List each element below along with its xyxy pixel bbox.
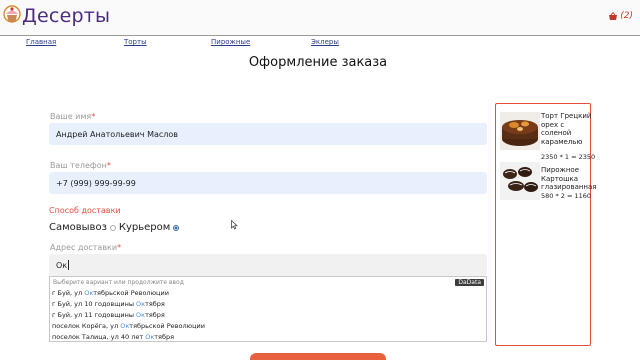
phone-input[interactable]: +7 (999) 999-99-99 xyxy=(49,172,487,194)
name-label-text: Ваше имя xyxy=(50,112,92,121)
suggestion-item[interactable]: г Буй, ул 10 годовщины Октября xyxy=(52,299,205,310)
page-title: Оформление заказа xyxy=(248,55,388,70)
name-input-value: Андрей Анатольевич Маслов xyxy=(56,129,178,139)
delivery-pickup-label[interactable]: Самовывоз xyxy=(49,222,107,233)
suggestion-item[interactable]: поселок Талица, ул 40 лет Октября xyxy=(52,332,205,343)
phone-label: Ваш телефон* xyxy=(50,161,111,170)
text-caret xyxy=(68,260,70,270)
nav-item-eclairs[interactable]: Эклеры xyxy=(311,38,339,46)
cart-button[interactable]: (2) xyxy=(608,11,633,21)
potato-cake-image xyxy=(500,162,540,200)
delivery-courier-label[interactable]: Курьером xyxy=(119,222,170,233)
address-label: Адрес доставки* xyxy=(50,243,121,252)
site-header: Десерты (2) xyxy=(0,0,640,36)
name-input[interactable]: Андрей Анатольевич Маслов xyxy=(49,123,487,145)
suggestions-hint: Выберите вариант или продолжите ввод xyxy=(53,279,184,286)
mouse-cursor-icon xyxy=(231,220,238,230)
cupcake-logo-icon[interactable] xyxy=(3,5,21,29)
suggestion-item[interactable]: г Буй, ул Октябрьской Революции xyxy=(52,288,205,299)
phone-input-value: +7 (999) 999-99-99 xyxy=(56,178,136,188)
address-input[interactable]: Ок xyxy=(49,254,487,276)
cart-item-name: Торт Грецкий орех с соленой карамелью xyxy=(541,112,592,146)
delivery-pickup-radio[interactable] xyxy=(109,224,116,231)
required-mark: * xyxy=(117,243,122,252)
cart-count: (2) xyxy=(620,11,633,21)
address-input-value: Ок xyxy=(56,260,68,270)
order-summary-panel: Торт Грецкий орех с соленой карамелью 23… xyxy=(495,103,597,346)
nav-item-pastries[interactable]: Пирожные xyxy=(211,38,250,46)
suggestion-item[interactable]: поселок Корёга, ул Октябрьской Революции xyxy=(52,321,205,332)
suggestions-list: г Буй, ул Октябрьской Революции г Буй, у… xyxy=(52,288,205,343)
brand-title[interactable]: Десерты xyxy=(22,5,110,27)
required-mark: * xyxy=(91,112,96,121)
delivery-courier-radio[interactable] xyxy=(173,224,180,231)
cart-item-price: 2350 * 1 = 2350 xyxy=(541,153,596,161)
delivery-method-title: Способ доставки xyxy=(49,206,121,215)
address-label-text: Адрес доставки xyxy=(50,243,118,252)
nav-item-cakes[interactable]: Торты xyxy=(124,38,147,46)
cake-image xyxy=(500,112,540,150)
suggestion-item[interactable]: г Буй, ул 11 годовщины Октября xyxy=(52,310,205,321)
nav-item-home[interactable]: Главная xyxy=(26,38,56,46)
dadata-badge: DaData xyxy=(455,279,484,286)
delivery-method-group: Самовывоз Курьером xyxy=(49,222,180,233)
name-label: Ваше имя* xyxy=(50,112,95,121)
main-nav: Главная Торты Пирожные Эклеры xyxy=(0,38,640,48)
address-suggestions-dropdown: Выберите вариант или продолжите ввод DaD… xyxy=(49,276,487,342)
cart-item-price: 580 * 2 = 1160 xyxy=(541,192,592,200)
submit-order-button[interactable] xyxy=(250,353,386,360)
basket-icon xyxy=(609,11,618,20)
phone-label-text: Ваш телефон xyxy=(50,161,107,170)
required-mark: * xyxy=(106,161,111,170)
cart-item-name: Пирожное Картошка глазированная xyxy=(541,166,597,191)
